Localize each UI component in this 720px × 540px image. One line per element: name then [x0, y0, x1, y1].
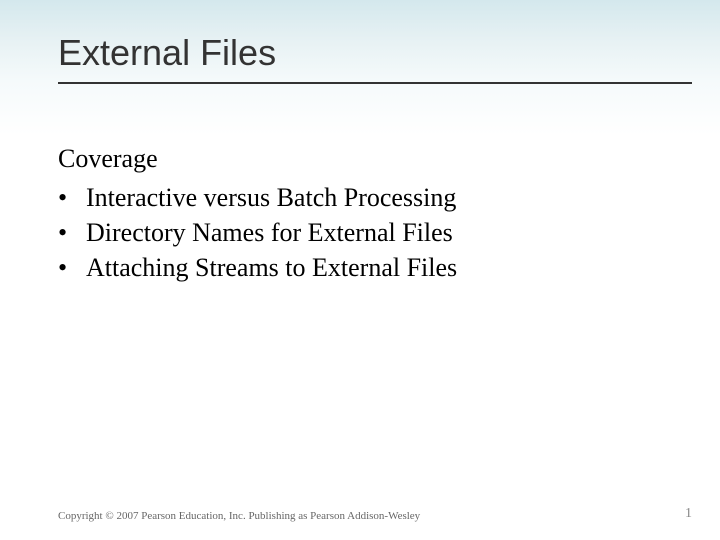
bullet-text: Interactive versus Batch Processing [86, 180, 456, 215]
bullet-item: • Attaching Streams to External Files [58, 250, 720, 285]
slide-title: External Files [0, 0, 720, 82]
page-number: 1 [685, 506, 692, 522]
bullet-marker: • [58, 215, 86, 250]
section-heading: Coverage [58, 144, 720, 174]
bullet-marker: • [58, 180, 86, 215]
slide-content: Coverage • Interactive versus Batch Proc… [0, 84, 720, 285]
bullet-item: • Directory Names for External Files [58, 215, 720, 250]
bullet-text: Directory Names for External Files [86, 215, 453, 250]
bullet-marker: • [58, 250, 86, 285]
bullet-text: Attaching Streams to External Files [86, 250, 457, 285]
bullet-item: • Interactive versus Batch Processing [58, 180, 720, 215]
copyright-footer: Copyright © 2007 Pearson Education, Inc.… [58, 510, 420, 522]
